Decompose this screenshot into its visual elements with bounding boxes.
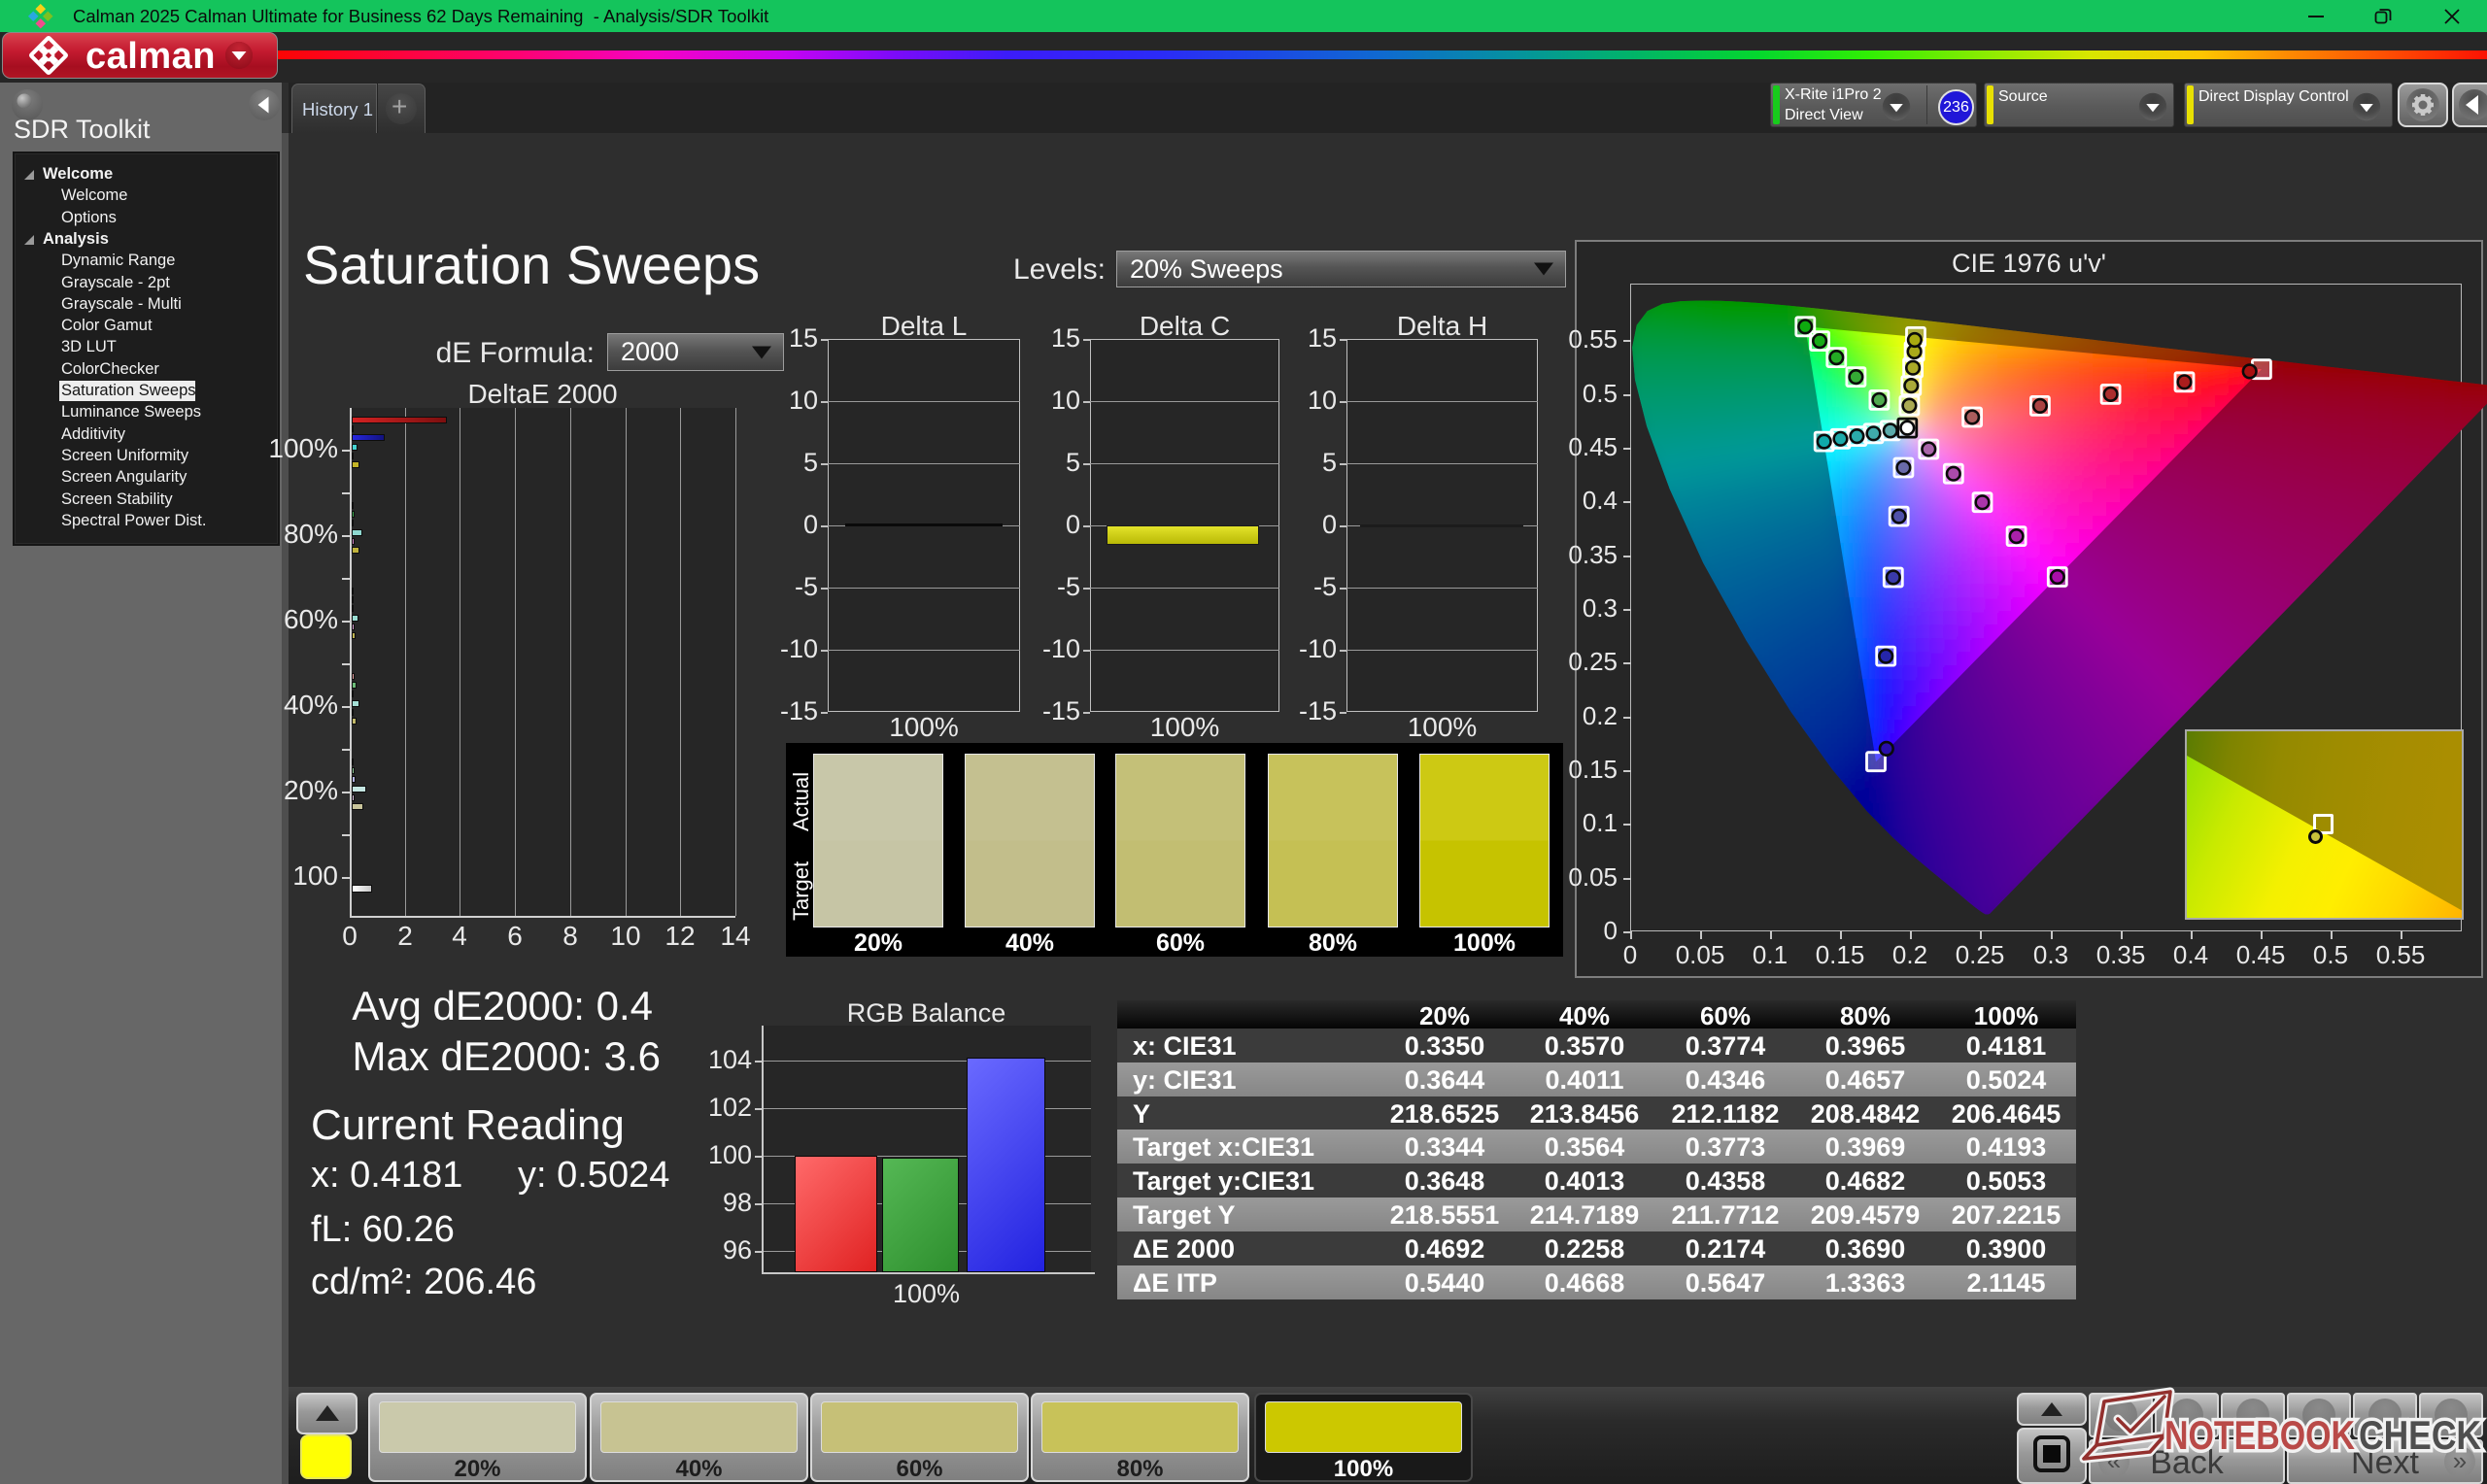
svg-text:CHECK: CHECK [2359,1412,2481,1458]
svg-text:NOTEBOOK: NOTEBOOK [2164,1412,2355,1458]
